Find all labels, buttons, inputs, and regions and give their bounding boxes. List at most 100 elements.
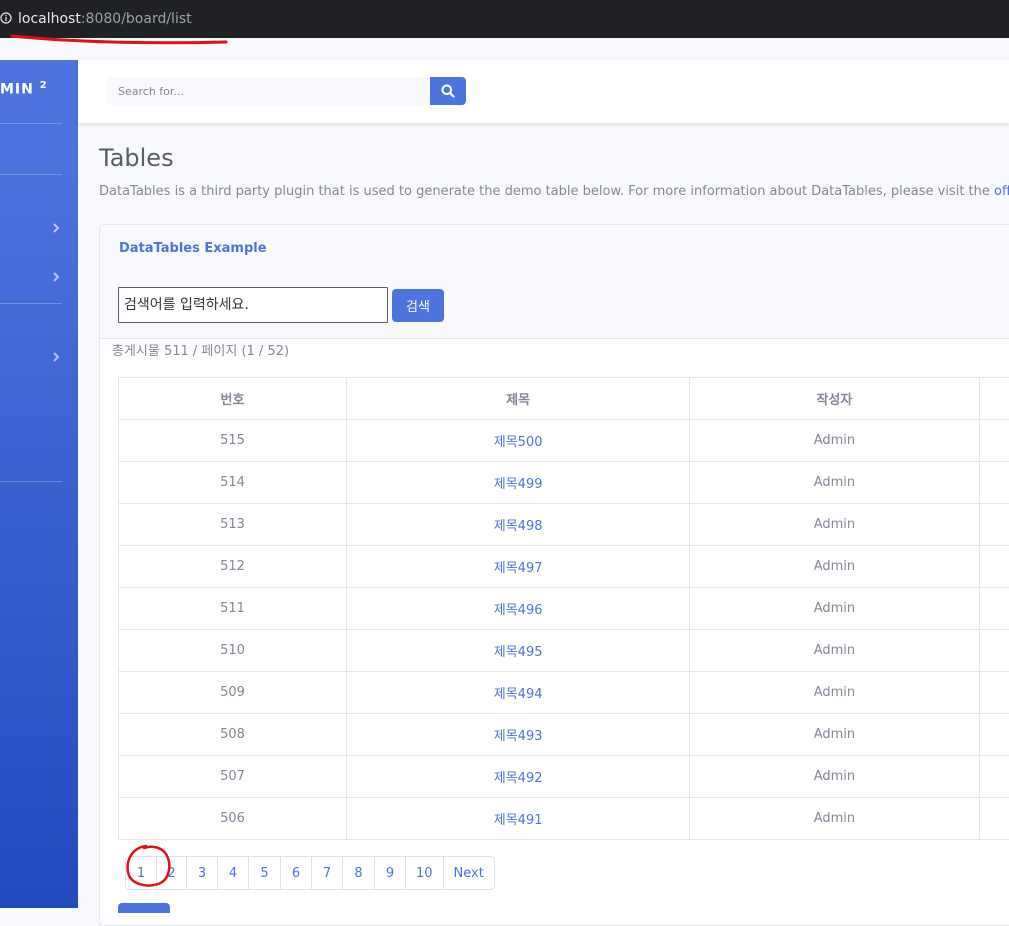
cell-title: 제목498 xyxy=(346,504,689,546)
page-title: Tables xyxy=(99,144,174,172)
page-link-5[interactable]: 5 xyxy=(248,857,280,889)
url-path: :8080/board/list xyxy=(81,11,192,27)
cell-title: 제목492 xyxy=(346,756,689,798)
topbar-search-button[interactable] xyxy=(430,77,466,105)
post-title-link[interactable]: 제목500 xyxy=(494,435,543,450)
chevron-right-icon[interactable] xyxy=(49,221,63,235)
sidebar-divider xyxy=(0,481,62,482)
column-header-writer: 작성자 xyxy=(690,378,979,420)
cell-number: 514 xyxy=(119,462,347,504)
cell-extra xyxy=(979,546,1009,588)
page-link-10[interactable]: 10 xyxy=(405,857,443,889)
url-host: localhost xyxy=(18,11,81,27)
cell-writer: Admin xyxy=(690,630,979,672)
cell-writer: Admin xyxy=(690,756,979,798)
table-row: 515 제목500 Admin xyxy=(119,420,1009,462)
search-icon xyxy=(441,84,455,98)
cell-number: 512 xyxy=(119,546,347,588)
cell-number: 511 xyxy=(119,588,347,630)
cell-title: 제목494 xyxy=(346,672,689,714)
cell-writer: Admin xyxy=(690,420,979,462)
post-title-link[interactable]: 제목498 xyxy=(494,519,543,534)
cell-extra xyxy=(979,714,1009,756)
page-description: DataTables is a third party plugin that … xyxy=(99,184,1009,199)
cell-extra xyxy=(979,756,1009,798)
cell-writer: Admin xyxy=(690,504,979,546)
cell-number: 510 xyxy=(119,630,347,672)
cell-writer: Admin xyxy=(690,588,979,630)
cell-extra xyxy=(979,504,1009,546)
board-table: 번호 제목 작성자 515 제목500 Admin 514 제목499 Admin 51… xyxy=(118,377,1009,840)
page-link-4[interactable]: 4 xyxy=(217,857,248,889)
brand-text: MIN xyxy=(0,82,34,98)
bottom-button[interactable] xyxy=(118,903,170,913)
sidebar-brand[interactable]: MIN 2 xyxy=(0,80,48,98)
cell-number: 509 xyxy=(119,672,347,714)
cell-extra xyxy=(979,672,1009,714)
post-title-link[interactable]: 제목496 xyxy=(494,603,543,618)
info-icon[interactable] xyxy=(0,12,12,24)
cell-number: 513 xyxy=(119,504,347,546)
card-header: DataTables Example xyxy=(100,225,1009,273)
sidebar: MIN 2 xyxy=(0,60,78,908)
page-link-7[interactable]: 7 xyxy=(311,857,342,889)
post-title-link[interactable]: 제목492 xyxy=(494,771,543,786)
table-header-row: 번호 제목 작성자 xyxy=(119,378,1009,420)
post-title-link[interactable]: 제목495 xyxy=(494,645,543,660)
cell-writer: Admin xyxy=(690,714,979,756)
cell-number: 506 xyxy=(119,798,347,840)
chevron-right-icon[interactable] xyxy=(49,270,63,284)
datatables-card: DataTables Example 검색 총게시물 511 / 페이지 (1 … xyxy=(99,224,1009,926)
cell-number: 507 xyxy=(119,756,347,798)
cell-extra xyxy=(979,462,1009,504)
table-row: 514제목499Admin xyxy=(119,462,1009,504)
cell-writer: Admin xyxy=(690,672,979,714)
table-row: 507 제목492 Admin xyxy=(119,756,1009,798)
page-link-9[interactable]: 9 xyxy=(374,857,405,889)
official-docs-link[interactable]: offic xyxy=(994,184,1009,199)
cell-extra xyxy=(979,588,1009,630)
search-form: 검색 xyxy=(100,272,1009,339)
sidebar-divider xyxy=(0,174,62,175)
table-row: 506 제목491 Admin xyxy=(119,798,1009,840)
post-title-link[interactable]: 제목494 xyxy=(494,687,543,702)
red-underline-annotation xyxy=(0,32,240,46)
topbar-search-input[interactable] xyxy=(106,77,430,105)
keyword-search-button[interactable]: 검색 xyxy=(392,289,444,322)
description-text: DataTables is a third party plugin that … xyxy=(99,184,994,199)
next-page-link[interactable]: Next xyxy=(443,857,494,889)
page-link-3[interactable]: 3 xyxy=(186,857,217,889)
cell-writer: Admin xyxy=(690,546,979,588)
cell-number: 508 xyxy=(119,714,347,756)
cell-title: 제목499 xyxy=(346,462,689,504)
card-title: DataTables Example xyxy=(119,241,267,256)
column-header-extra xyxy=(979,378,1009,420)
column-header-number: 번호 xyxy=(119,378,347,420)
cell-extra xyxy=(979,420,1009,462)
post-title-link[interactable]: 제목499 xyxy=(494,477,543,492)
url-field[interactable]: localhost:8080/board/list xyxy=(18,11,192,27)
post-count-summary: 총게시물 511 / 페이지 (1 / 52) xyxy=(112,340,289,359)
cell-extra xyxy=(979,630,1009,672)
post-title-link[interactable]: 제목497 xyxy=(494,561,543,576)
table-row: 510 제목495 Admin xyxy=(119,630,1009,672)
page-link-6[interactable]: 6 xyxy=(280,857,311,889)
keyword-input[interactable] xyxy=(118,287,388,323)
cell-title: 제목491 xyxy=(346,798,689,840)
cell-writer: Admin xyxy=(690,798,979,840)
cell-title: 제목497 xyxy=(346,546,689,588)
chevron-right-icon[interactable] xyxy=(49,350,63,364)
page-link-8[interactable]: 8 xyxy=(342,857,374,889)
table-row: 513 제목498 Admin xyxy=(119,504,1009,546)
table-row: 512 제목497 Admin xyxy=(119,546,1009,588)
sidebar-divider xyxy=(0,303,62,304)
post-title-link[interactable]: 제목491 xyxy=(494,813,543,828)
post-title-link[interactable]: 제목493 xyxy=(494,729,543,744)
cell-number: 515 xyxy=(119,420,347,462)
cell-extra xyxy=(979,798,1009,840)
cell-title: 제목495 xyxy=(346,630,689,672)
sidebar-divider xyxy=(0,123,62,124)
cell-title: 제목496 xyxy=(346,588,689,630)
cell-title: 제목493 xyxy=(346,714,689,756)
table-row: 508 제목493 Admin xyxy=(119,714,1009,756)
